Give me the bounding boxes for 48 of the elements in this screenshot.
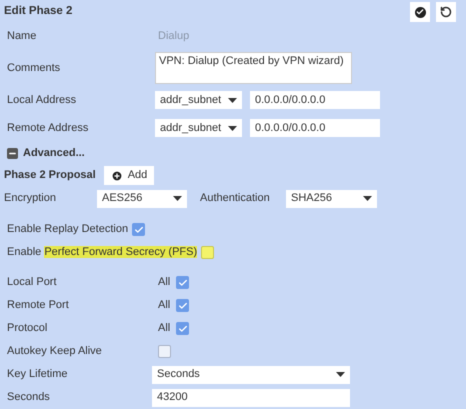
check-value: All (158, 298, 170, 314)
comments-field[interactable]: VPN: Dialup (Created by VPN wizard) (155, 52, 352, 84)
check-value: All (158, 321, 170, 336)
advanced-toggle[interactable]: Advanced... (23, 144, 85, 162)
option-label: Enable Replay Detection (7, 222, 128, 238)
checkbox[interactable] (176, 299, 190, 312)
field-label: Local Address (7, 92, 78, 108)
caret-icon (173, 196, 182, 201)
address-field[interactable]: 0.0.0.0/0.0.0.0 (250, 91, 380, 109)
field-label: Seconds (7, 390, 51, 406)
authentication-select[interactable]: SHA256 (286, 190, 377, 208)
caret-icon (363, 196, 372, 201)
collapse-icon[interactable] (7, 148, 18, 158)
address-type-select[interactable]: addr_subnet (155, 119, 242, 137)
caret-icon (336, 372, 345, 377)
check-value: All (158, 275, 170, 290)
undo-icon (440, 6, 452, 18)
caret-icon (228, 98, 237, 102)
check-circle-icon (414, 6, 426, 18)
option-label: Enable Perfect Forward Secrecy (PFS) (7, 245, 198, 260)
checkbox[interactable] (176, 322, 190, 335)
field-label: Name (7, 28, 38, 44)
field-label: Local Port (7, 275, 58, 290)
checkbox[interactable] (132, 223, 146, 236)
checkbox[interactable] (158, 345, 171, 358)
field-label: Protocol (7, 321, 48, 336)
field-label: Remote Address (7, 120, 90, 136)
panel-title: Edit Phase 2 (4, 4, 72, 20)
field-label: Remote Port (7, 298, 70, 314)
caret-icon (228, 126, 237, 130)
checkbox[interactable] (176, 276, 190, 289)
field-label: Authentication (200, 191, 271, 206)
name-value: Dialup (158, 28, 190, 44)
add-button[interactable]: Add (104, 166, 154, 185)
field-label: Encryption (4, 191, 57, 206)
field-label: Comments (7, 60, 62, 76)
encryption-select[interactable]: AES256 (97, 190, 187, 208)
address-field[interactable]: 0.0.0.0/0.0.0.0 (250, 119, 380, 137)
seconds-field[interactable]: 43200 (152, 388, 350, 406)
field-label: Autokey Keep Alive (7, 344, 103, 360)
key-lifetime-select[interactable]: Seconds (152, 366, 350, 384)
address-type-select[interactable]: addr_subnet (155, 91, 242, 109)
plus-icon (110, 170, 123, 182)
revert-button[interactable] (436, 2, 456, 22)
checkbox[interactable] (201, 246, 214, 259)
apply-button[interactable] (410, 2, 430, 22)
field-label: Key Lifetime (7, 367, 69, 382)
section-label: Phase 2 Proposal (4, 168, 96, 184)
